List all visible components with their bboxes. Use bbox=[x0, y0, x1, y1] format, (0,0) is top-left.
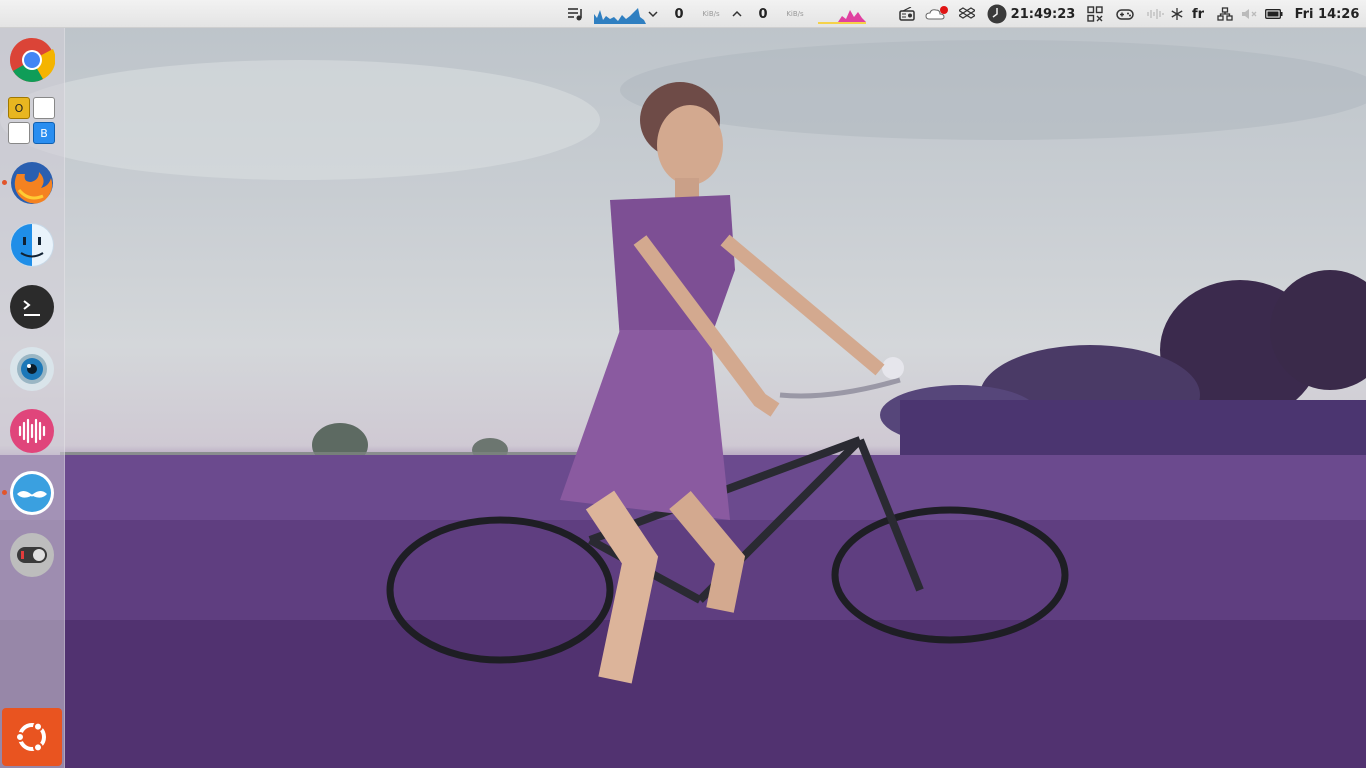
net-down-unit: KiB/s bbox=[702, 10, 720, 18]
firefox-running-indicator bbox=[2, 180, 7, 185]
mustache-icon bbox=[10, 471, 54, 515]
sound-wave-icon bbox=[10, 409, 54, 453]
unity-launcher: O B bbox=[0, 28, 65, 768]
keyboard-layout[interactable]: fr bbox=[1188, 0, 1208, 28]
weather-alert-icon[interactable] bbox=[924, 0, 950, 28]
office-cell-b: B bbox=[33, 122, 55, 144]
net-up-value: 0 bbox=[758, 6, 768, 22]
firefox-launcher-item[interactable] bbox=[8, 159, 56, 207]
firefox-icon bbox=[11, 162, 53, 204]
snowflake-icon[interactable] bbox=[1168, 0, 1186, 28]
incognito-launcher-item[interactable] bbox=[8, 469, 56, 517]
cpu-graph[interactable] bbox=[818, 0, 866, 28]
net-down-value: 0 bbox=[674, 6, 684, 22]
upload-arrow-icon bbox=[730, 0, 744, 28]
mustache-running-indicator bbox=[2, 490, 7, 495]
switch-icon bbox=[10, 533, 54, 577]
playlist-icon[interactable] bbox=[562, 0, 588, 28]
office-cell-o: O bbox=[8, 97, 30, 119]
dash-home-button[interactable] bbox=[2, 708, 62, 766]
battery-icon[interactable] bbox=[1262, 0, 1286, 28]
eye-icon bbox=[10, 347, 54, 391]
terminal-launcher-item[interactable] bbox=[8, 283, 56, 331]
top-panel: 0 KiB/s 0 KiB/s 21:49:23 fr Fri 14:26 bbox=[0, 0, 1366, 28]
wallpaper-illustration bbox=[0, 40, 1366, 768]
volume-muted-icon[interactable] bbox=[1238, 0, 1260, 28]
alarm-time[interactable]: 21:49:23 bbox=[1010, 0, 1076, 28]
net-up-unit: KiB/s bbox=[786, 10, 804, 18]
network-graph[interactable] bbox=[594, 0, 646, 28]
radio-icon[interactable] bbox=[896, 0, 918, 28]
network-wired-icon[interactable] bbox=[1214, 0, 1236, 28]
audio-launcher-item[interactable] bbox=[8, 407, 56, 455]
download-arrow-icon bbox=[646, 0, 660, 28]
terminal-icon bbox=[10, 285, 54, 329]
clock-icon[interactable] bbox=[986, 0, 1008, 28]
audio-wave-icon[interactable] bbox=[1144, 0, 1166, 28]
office-cell-blank-1 bbox=[33, 97, 55, 119]
system-clock[interactable]: Fri 14:26 bbox=[1292, 0, 1362, 28]
office-cell-blank-2 bbox=[8, 122, 30, 144]
ubuntu-logo-icon bbox=[15, 721, 46, 753]
workspace-switcher-icon[interactable] bbox=[1084, 0, 1106, 28]
desktop-wallpaper bbox=[0, 0, 1366, 768]
webcam-launcher-item[interactable] bbox=[8, 345, 56, 393]
finder-face-icon bbox=[10, 223, 54, 267]
libreoffice-launcher-item[interactable]: O B bbox=[8, 97, 56, 145]
gamepad-icon[interactable] bbox=[1114, 0, 1136, 28]
toggle-app-launcher-item[interactable] bbox=[8, 531, 56, 579]
file-manager-launcher-item[interactable] bbox=[8, 221, 56, 269]
chrome-icon bbox=[10, 38, 55, 82]
chrome-launcher-item[interactable] bbox=[8, 36, 56, 84]
dropbox-icon[interactable] bbox=[956, 0, 978, 28]
